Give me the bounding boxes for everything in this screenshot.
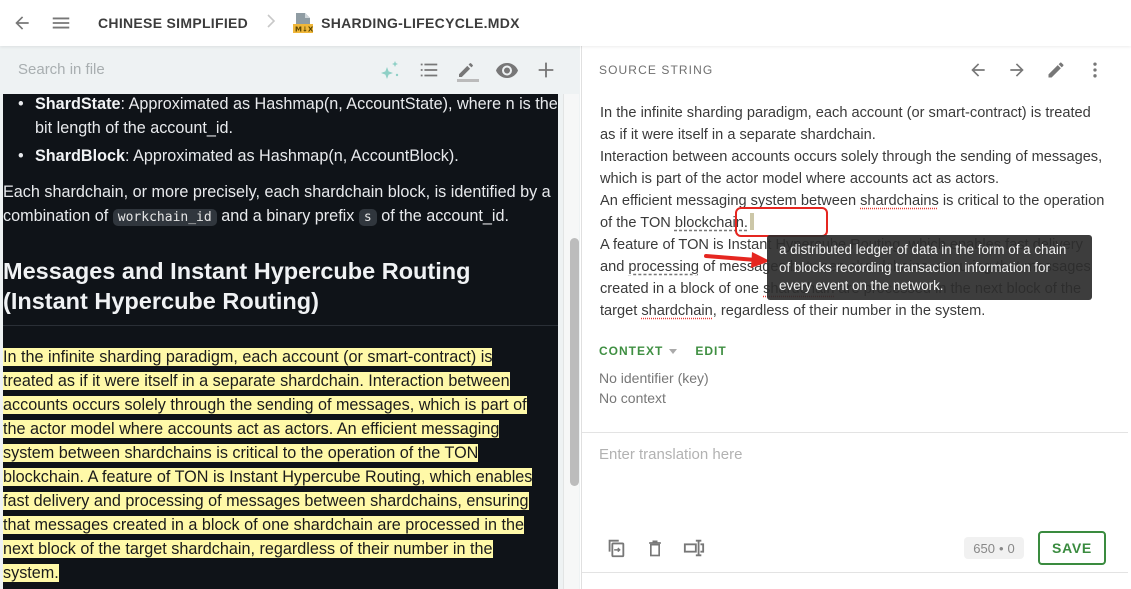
character-counter: 650 • 0	[964, 537, 1024, 559]
inline-code: workchain_id	[112, 209, 217, 226]
translation-input[interactable]	[599, 446, 1119, 526]
breadcrumb-file[interactable]: SHARDING-LIFECYCLE.MDX	[321, 15, 520, 31]
divider	[582, 572, 1128, 573]
top-bar: CHINESE SIMPLIFIED M↓X SHARDING-LIFECYCL…	[0, 0, 1131, 46]
delete-icon	[649, 540, 661, 557]
text: of the account_id.	[376, 207, 509, 225]
menu-button[interactable]	[49, 11, 73, 35]
translation-char-count: 0	[1007, 540, 1015, 556]
text: and a binary prefix	[216, 207, 359, 225]
highlighted-line: system between shardchains is critical t…	[3, 444, 479, 462]
preview-button[interactable]	[495, 58, 519, 82]
text: , regardless of their number in the syst…	[712, 303, 986, 319]
context-info: No identifier (key) No context	[599, 368, 709, 408]
outline-button[interactable]	[417, 58, 441, 82]
inline-code: s	[358, 209, 377, 226]
source-line: Interaction between accounts occurs sole…	[600, 149, 1103, 187]
source-line: In the infinite sharding paradigm, each …	[600, 105, 1091, 143]
counter-separator: •	[998, 540, 1004, 556]
clear-translation-button[interactable]	[643, 536, 667, 560]
copy-source-button[interactable]	[604, 536, 628, 560]
eye-preview-icon	[496, 63, 518, 78]
chevron-right-icon	[266, 13, 276, 33]
highlighted-line: blockchain. A feature of TON is Instant …	[3, 468, 533, 486]
back-button[interactable]	[10, 11, 34, 35]
translation-panel: SOURCE STRING In the infinite sharding p…	[581, 46, 1131, 589]
annotation-arrow-icon	[704, 252, 770, 268]
scrollbar-thumb[interactable]	[570, 238, 579, 486]
highlighted-line: treated as if it were itself in a separa…	[3, 372, 510, 390]
highlighted-line: accounts occurs solely through the sendi…	[3, 396, 527, 414]
highlighted-line: system.	[3, 564, 59, 582]
spelling-flag: shardchain	[641, 303, 713, 319]
highlighted-line: the actor model where accounts act as ac…	[3, 420, 500, 438]
more-vert-icon	[1093, 62, 1097, 78]
svg-text:M↓X: M↓X	[295, 26, 314, 34]
markdown-preview: ShardState : Approximated as Hashmap(n, A…	[3, 94, 558, 589]
arrow-left-icon	[971, 63, 985, 77]
edit-source-button[interactable]	[1044, 58, 1068, 82]
file-search-bar	[0, 46, 580, 92]
context-text: No context	[599, 390, 666, 406]
list-item: ShardState: Approximated as Hashmap(n, A…	[16, 94, 558, 140]
more-options-button[interactable]	[1083, 58, 1107, 82]
copy-source-icon	[608, 539, 625, 558]
markdown-file-icon: M↓X	[292, 12, 314, 34]
breadcrumb-language[interactable]: CHINESE SIMPLIFIED	[98, 15, 248, 31]
editor-panel: ShardState : Approximated as Hashmap(n, A…	[0, 46, 580, 589]
insert-placeholder-button[interactable]	[682, 536, 706, 560]
paragraph: Each shardchain, or more precisely, each…	[3, 180, 558, 230]
context-label: CONTEXT	[599, 344, 664, 358]
edit-context-button[interactable]: EDIT	[695, 344, 726, 358]
list-term: ShardBlock	[35, 147, 125, 165]
annotation-highlight-box	[735, 207, 828, 237]
list-item: ShardBlock: Approximated as Hashmap(n, A…	[16, 144, 558, 168]
identifier-text: No identifier (key)	[599, 370, 709, 386]
next-string-button[interactable]	[1005, 58, 1029, 82]
bullet-list: ShardState : Approximated as Hashmap(n, A…	[3, 94, 558, 168]
context-dropdown[interactable]: CONTEXT	[599, 344, 678, 358]
list-icon	[420, 63, 438, 77]
highlighted-line: that messages created in a block of one …	[3, 516, 525, 534]
add-button[interactable]	[534, 58, 558, 82]
highlighted-paragraph[interactable]: In the infinite sharding paradigm, each …	[3, 345, 558, 585]
divider	[582, 432, 1128, 433]
ai-suggest-button[interactable]	[378, 58, 402, 82]
ai-sparkle-icon	[381, 61, 399, 79]
glossary-term[interactable]: processing	[628, 259, 699, 275]
hamburger-menu-icon	[52, 17, 70, 29]
highlighted-line: fast delivery and processing of messages…	[3, 492, 529, 510]
list-text: : Approximated as Hashmap(n, AccountBloc…	[124, 147, 459, 165]
highlighted-line: next block of the target shardchain, reg…	[3, 540, 493, 558]
save-button[interactable]: SAVE	[1038, 531, 1106, 565]
previous-string-button[interactable]	[966, 58, 990, 82]
search-input[interactable]	[18, 58, 358, 80]
highlighted-line: In the infinite sharding paradigm, each …	[3, 348, 493, 366]
caret-down-icon	[669, 348, 678, 354]
edit-pencil-icon	[457, 63, 479, 82]
spelling-flag: shardchains	[860, 193, 939, 209]
edit-pencil-icon	[1048, 62, 1064, 78]
arrow-left-icon	[15, 16, 29, 30]
section-heading: Messages and Instant Hypercube Routing (…	[3, 256, 558, 326]
source-line: An efficient messaging system between sh…	[600, 190, 1110, 234]
cursor-insert-icon	[683, 539, 705, 557]
list-term: ShardState	[35, 95, 121, 113]
glossary-tooltip: a distributed ledger of data in the form…	[767, 235, 1092, 300]
source-char-count: 650	[973, 540, 995, 556]
source-string-label: SOURCE STRING	[599, 63, 714, 77]
edit-mode-button[interactable]	[456, 58, 480, 82]
arrow-right-icon	[1010, 63, 1024, 77]
plus-icon	[538, 62, 554, 78]
